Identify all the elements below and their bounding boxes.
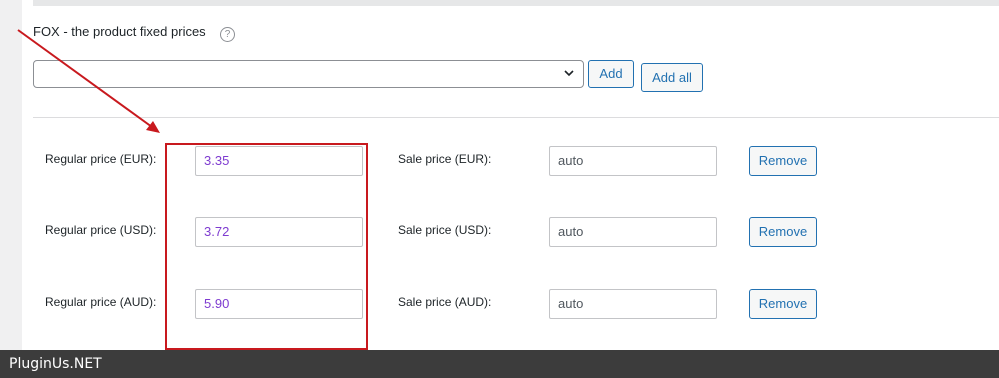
footer-brand: PluginUs.NET [9, 356, 102, 372]
annotation-arrow-icon [17, 29, 160, 133]
footer-bar: PluginUs.NET [0, 350, 999, 378]
